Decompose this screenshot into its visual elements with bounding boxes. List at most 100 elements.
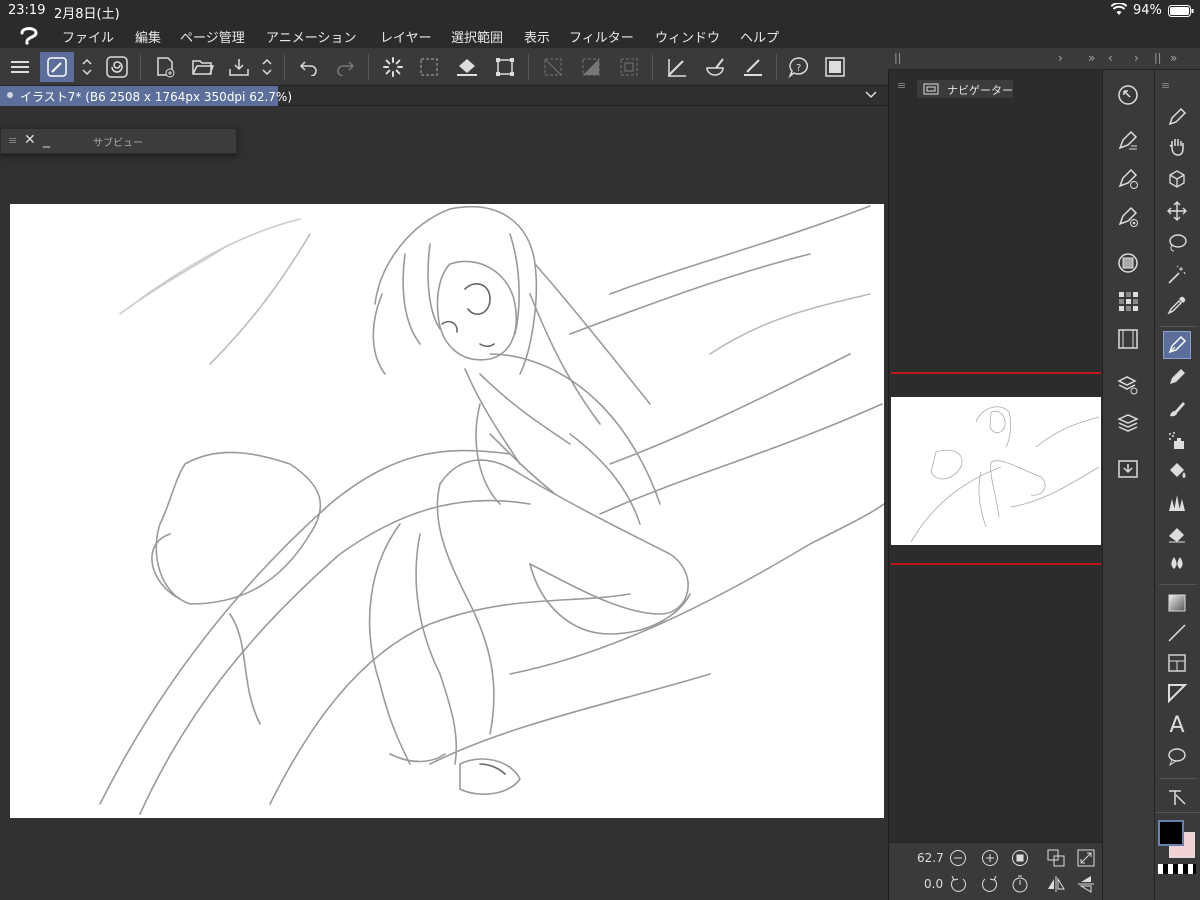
quick-access-pen-icon[interactable]	[40, 52, 74, 82]
lasso-icon[interactable]	[1164, 230, 1190, 256]
undo-icon[interactable]	[294, 52, 324, 82]
brush-settings-icon[interactable]	[1115, 166, 1141, 192]
navigator-tab[interactable]: ナビゲーター	[917, 80, 1013, 98]
sub-tool-icon[interactable]	[1115, 204, 1141, 230]
line-figure-icon[interactable]	[1164, 620, 1190, 646]
selection-layer-icon[interactable]	[414, 52, 444, 82]
eraser-icon[interactable]	[1164, 520, 1190, 546]
rotate-left-icon[interactable]	[949, 875, 967, 893]
move-icon[interactable]	[1164, 198, 1190, 224]
chevron-left-icon[interactable]: ‹	[1108, 51, 1113, 65]
hand-icon[interactable]	[1164, 134, 1190, 160]
menu-help[interactable]: ヘルプ	[740, 27, 779, 46]
menu-filter[interactable]: フィルター	[569, 27, 634, 46]
g-pen-icon[interactable]	[1163, 331, 1191, 359]
zoom-out-icon[interactable]	[949, 849, 967, 867]
double-chevron-right-icon[interactable]: »	[1088, 51, 1095, 65]
balloon-icon[interactable]	[1164, 744, 1190, 770]
expand-selection-icon[interactable]	[614, 52, 644, 82]
minimize-icon[interactable]: _	[43, 132, 50, 148]
double-chevron-right-icon[interactable]: »	[1170, 51, 1177, 65]
correct-line-icon[interactable]	[1164, 784, 1190, 810]
menu-selection[interactable]: 選択範囲	[451, 27, 503, 46]
eyedropper-icon[interactable]	[1164, 292, 1190, 318]
loading-icon[interactable]	[378, 52, 408, 82]
layer-property-icon[interactable]	[1115, 372, 1141, 398]
reset-rotation-icon[interactable]	[1011, 875, 1029, 893]
menu-page-management[interactable]: ページ管理	[180, 27, 245, 46]
canvas-workspace[interactable]: ≡ ✕ _ サブビュー	[0, 106, 888, 900]
hamburger-menu-icon[interactable]	[5, 52, 35, 82]
open-folder-icon[interactable]	[188, 52, 218, 82]
menu-view[interactable]: 表示	[524, 27, 550, 46]
brush-bowl-icon[interactable]	[700, 52, 730, 82]
drawing-canvas[interactable]	[10, 204, 884, 818]
layers-icon[interactable]	[1115, 410, 1141, 436]
flip-vertical-icon[interactable]	[1077, 875, 1095, 893]
fit-window-icon[interactable]	[1077, 849, 1095, 867]
ruler-pen-icon[interactable]	[662, 52, 692, 82]
export-image-icon[interactable]	[820, 52, 850, 82]
material-download-icon[interactable]	[1115, 456, 1141, 482]
help-bubble-icon[interactable]: ?	[784, 52, 814, 82]
fit-screen-icon[interactable]	[1011, 849, 1029, 867]
panel-menu-icon[interactable]: ≡	[1161, 79, 1170, 92]
navigator-tab-label: ナビゲーター	[947, 84, 1013, 97]
panel-menu-icon[interactable]: ≡	[897, 79, 906, 92]
frame-border-icon[interactable]	[1164, 650, 1190, 676]
transparent-color-swatch[interactable]	[1158, 864, 1196, 874]
zoom-in-icon[interactable]	[981, 849, 999, 867]
chevron-updown-icon[interactable]	[78, 52, 96, 82]
actual-size-icon[interactable]	[1047, 849, 1065, 867]
timeline-film-icon[interactable]	[1115, 326, 1141, 352]
save-icon[interactable]	[224, 52, 254, 82]
color-circle-icon[interactable]	[1115, 250, 1141, 276]
panel-grip-icon[interactable]: ||	[1154, 51, 1161, 64]
navigator-thumbnail	[910, 406, 1100, 543]
fill-bucket-icon[interactable]	[452, 52, 482, 82]
panel-grip-icon[interactable]: ||	[894, 51, 901, 64]
navigator-preview[interactable]	[891, 397, 1101, 545]
invert-selection-icon[interactable]	[576, 52, 606, 82]
magic-wand-icon[interactable]	[1164, 262, 1190, 288]
menu-file[interactable]: ファイル	[62, 27, 114, 46]
pencil-icon[interactable]	[1164, 364, 1190, 390]
subview-palette[interactable]: ≡ ✕ _ サブビュー	[0, 128, 237, 154]
ruler-triangle-icon[interactable]	[1164, 680, 1190, 706]
object-select-icon[interactable]	[1164, 166, 1190, 192]
chevron-down-icon[interactable]	[864, 89, 878, 101]
grip-icon[interactable]: ≡	[8, 134, 17, 147]
blend-drops-icon[interactable]	[1164, 550, 1190, 576]
ruler-snap-icon[interactable]	[738, 52, 768, 82]
gradient-icon[interactable]	[1164, 590, 1190, 616]
color-set-icon[interactable]	[1115, 288, 1141, 314]
menu-layer[interactable]: レイヤー	[380, 27, 432, 46]
brush-icon[interactable]	[1164, 396, 1190, 422]
main-color-swatch[interactable]	[1158, 820, 1184, 846]
chevron-updown-icon[interactable]	[258, 52, 276, 82]
pen-tool-icon[interactable]	[1164, 104, 1190, 130]
chevron-right-icon[interactable]: ›	[1134, 51, 1139, 65]
magnifier-icon[interactable]	[1115, 82, 1141, 108]
rotate-right-icon[interactable]	[981, 875, 999, 893]
chevron-right-icon[interactable]: ›	[1058, 51, 1063, 65]
rotation-value[interactable]: 0.0	[924, 877, 943, 891]
redo-icon[interactable]	[330, 52, 360, 82]
zoom-value[interactable]: 62.7	[917, 851, 944, 865]
menu-window[interactable]: ウィンドウ	[655, 27, 720, 46]
tool-property-icon[interactable]	[1115, 128, 1141, 154]
airbrush-icon[interactable]	[1164, 428, 1190, 454]
menu-animation[interactable]: アニメーション	[266, 27, 356, 46]
menu-edit[interactable]: 編集	[135, 27, 161, 46]
spiral-logo-icon[interactable]	[102, 52, 132, 82]
decoration-grass-icon[interactable]	[1164, 490, 1190, 516]
new-canvas-icon[interactable]	[150, 52, 180, 82]
flip-horizontal-icon[interactable]	[1047, 875, 1065, 893]
deselect-icon[interactable]	[538, 52, 568, 82]
text-tool-icon[interactable]: A	[1164, 712, 1190, 738]
close-icon[interactable]: ✕	[24, 132, 36, 148]
document-tab[interactable]: イラスト7* (B6 2508 x 1764px 350dpi 62.7%)	[0, 86, 292, 106]
app-logo-icon[interactable]	[18, 25, 40, 45]
fill-tool-icon[interactable]	[1164, 458, 1190, 484]
transform-icon[interactable]	[490, 52, 520, 82]
